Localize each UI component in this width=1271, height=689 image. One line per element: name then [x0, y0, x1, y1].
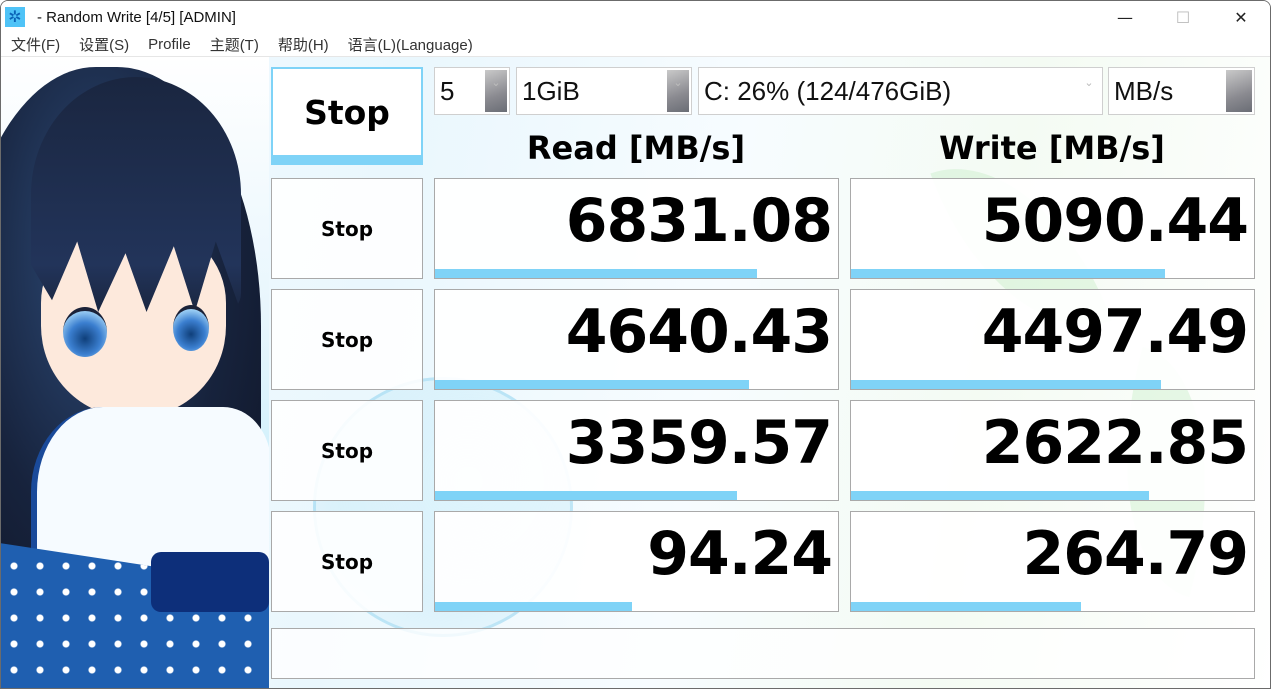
test-size-value: 1GiB: [522, 75, 580, 106]
test-count-value: 5: [440, 75, 455, 106]
minimize-button[interactable]: —: [1096, 1, 1154, 33]
write-result-meter: 2622.85: [850, 400, 1255, 501]
write-progress-bar: [851, 269, 1166, 278]
snowflake-icon: ✲: [5, 7, 25, 27]
chevron-down-icon: ⌄: [485, 70, 507, 112]
read-progress-bar: [435, 269, 758, 278]
read-progress-bar: [435, 602, 633, 611]
comment-input[interactable]: [271, 628, 1255, 679]
menu-language[interactable]: 语言(L)(Language): [338, 34, 482, 55]
write-column-header: Write [MB/s]: [939, 129, 1165, 167]
chevron-down-icon: ⌄: [1084, 77, 1094, 89]
read-result-meter: 94.24: [434, 511, 839, 612]
unit-value: MB/s: [1114, 75, 1174, 106]
test-stop-label: Stop: [320, 438, 374, 463]
window-controls: — ☐ ✕: [1096, 1, 1270, 33]
stop-all-accent: [271, 155, 423, 165]
write-progress-bar: [851, 491, 1150, 500]
menu-profile[interactable]: Profile: [138, 36, 200, 53]
read-result-value: 4640.43: [565, 297, 833, 367]
write-result-value: 5090.44: [981, 186, 1249, 256]
test-size-select[interactable]: 1GiB ⌄: [516, 67, 692, 115]
stop-all-label: Stop: [304, 92, 390, 132]
test-count-select[interactable]: 5 ⌄: [434, 67, 510, 115]
window-title: - Random Write [4/5] [ADMIN]: [37, 8, 236, 26]
read-column-header: Read [MB/s]: [526, 129, 746, 167]
close-button[interactable]: ✕: [1212, 1, 1270, 33]
read-result-meter: 3359.57: [434, 400, 839, 501]
stop-all-button[interactable]: Stop: [271, 67, 423, 165]
test-stop-button[interactable]: Stop: [271, 178, 423, 279]
artwork-eye: [63, 307, 107, 357]
read-result-meter: 6831.08: [434, 178, 839, 279]
write-result-value: 4497.49: [981, 297, 1249, 367]
menu-bar: 文件(F) 设置(S) Profile 主题(T) 帮助(H) 语言(L)(La…: [1, 33, 1270, 57]
read-result-value: 94.24: [647, 519, 833, 589]
menu-theme[interactable]: 主题(T): [200, 34, 268, 55]
write-result-value: 2622.85: [981, 408, 1249, 478]
menu-help[interactable]: 帮助(H): [268, 34, 338, 55]
unit-select[interactable]: MB/s: [1108, 67, 1255, 115]
write-result-meter: 264.79: [850, 511, 1255, 612]
write-result-value: 264.79: [1022, 519, 1249, 589]
artwork-sash-band: [151, 552, 269, 612]
app-window: ✲ - Random Write [4/5] [ADMIN] — ☐ ✕ 文件(…: [0, 0, 1271, 689]
write-progress-bar: [851, 602, 1081, 611]
read-result-value: 6831.08: [565, 186, 833, 256]
menu-file[interactable]: 文件(F): [1, 34, 69, 55]
read-result-meter: 4640.43: [434, 289, 839, 390]
test-stop-button[interactable]: Stop: [271, 289, 423, 390]
write-progress-bar: [851, 380, 1162, 389]
read-result-value: 3359.57: [565, 408, 833, 478]
write-result-meter: 4497.49: [850, 289, 1255, 390]
maximize-button[interactable]: ☐: [1154, 1, 1212, 33]
menu-settings[interactable]: 设置(S): [69, 34, 138, 55]
test-stop-button[interactable]: Stop: [271, 400, 423, 501]
read-progress-bar: [435, 380, 750, 389]
test-stop-label: Stop: [320, 327, 374, 352]
test-stop-label: Stop: [320, 549, 374, 574]
test-stop-button[interactable]: Stop: [271, 511, 423, 612]
main-panel: Stop 5 ⌄ 1GiB ⌄ C: 26% (124/476GiB) ⌄ MB…: [1, 57, 1270, 688]
write-result-meter: 5090.44: [850, 178, 1255, 279]
artwork-eye: [173, 305, 209, 351]
test-stop-label: Stop: [320, 216, 374, 241]
drive-select[interactable]: C: 26% (124/476GiB) ⌄: [698, 67, 1103, 115]
character-artwork: [1, 57, 269, 688]
title-bar: ✲ - Random Write [4/5] [ADMIN] — ☐ ✕: [1, 1, 1270, 33]
chevron-down-icon: [1226, 70, 1252, 112]
read-progress-bar: [435, 491, 738, 500]
drive-value: C: 26% (124/476GiB): [704, 75, 952, 106]
chevron-down-icon: ⌄: [667, 70, 689, 112]
